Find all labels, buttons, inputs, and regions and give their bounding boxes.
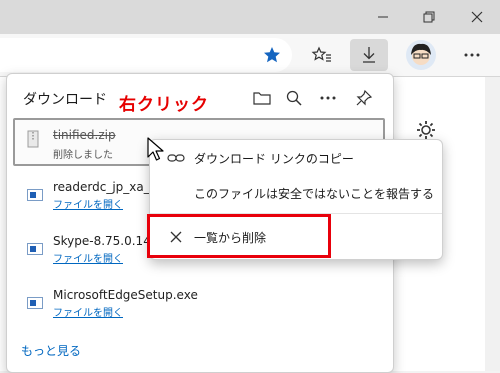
minimize-button[interactable] bbox=[360, 0, 406, 34]
installer-file-icon bbox=[27, 240, 43, 255]
search-icon bbox=[286, 90, 302, 106]
more-options-button[interactable] bbox=[313, 83, 343, 113]
close-icon bbox=[471, 11, 483, 23]
annotation-highlight-box bbox=[147, 214, 331, 258]
download-filename: Skype-8.75.0.140. bbox=[53, 234, 163, 248]
download-icon bbox=[363, 47, 375, 63]
installer-file-icon bbox=[27, 294, 43, 309]
more-icon bbox=[320, 96, 336, 100]
more-icon bbox=[464, 53, 480, 57]
menu-item-copy-link[interactable]: ダウンロード リンクのコピー bbox=[150, 142, 442, 174]
download-filename: readerdc_jp_xa_cr bbox=[53, 180, 162, 194]
download-filename: tinified.zip bbox=[53, 128, 116, 142]
address-bar[interactable] bbox=[0, 38, 292, 72]
favorite-star-button[interactable] bbox=[256, 40, 288, 70]
restore-button[interactable] bbox=[406, 0, 452, 34]
link-icon bbox=[164, 153, 188, 163]
avatar[interactable] bbox=[406, 40, 436, 70]
mouse-cursor-icon bbox=[147, 137, 165, 167]
menu-item-report-unsafe[interactable]: このファイルは安全ではないことを報告する bbox=[150, 177, 442, 209]
zip-file-icon bbox=[27, 130, 39, 152]
page-scrollbar[interactable] bbox=[485, 77, 500, 371]
close-window-button[interactable] bbox=[454, 0, 500, 34]
pin-panel-button[interactable] bbox=[349, 83, 379, 113]
settings-more-button[interactable] bbox=[456, 40, 488, 70]
folder-icon bbox=[253, 92, 271, 105]
download-filename: MicrosoftEdgeSetup.exe bbox=[53, 288, 198, 302]
download-item-edgesetup[interactable]: MicrosoftEdgeSetup.exe ファイルを開く bbox=[13, 286, 385, 334]
favorites-button[interactable] bbox=[306, 40, 338, 70]
profile-avatar-icon bbox=[411, 43, 431, 65]
open-file-link[interactable]: ファイルを開く bbox=[53, 304, 123, 319]
menu-item-label: ダウンロード リンクのコピー bbox=[194, 151, 354, 166]
star-icon bbox=[264, 47, 280, 63]
installer-file-icon bbox=[27, 186, 43, 201]
open-file-link[interactable]: ファイルを開く bbox=[53, 250, 123, 265]
pin-icon bbox=[356, 89, 373, 106]
see-more-link[interactable]: もっと見る bbox=[21, 342, 81, 359]
panel-title: ダウンロード bbox=[23, 92, 107, 108]
downloads-button-icon-wrap[interactable] bbox=[353, 40, 385, 70]
restore-icon bbox=[423, 11, 435, 23]
download-status: 削除しました bbox=[53, 150, 113, 161]
open-file-link[interactable]: ファイルを開く bbox=[53, 196, 123, 211]
minimize-icon bbox=[378, 16, 388, 18]
annotation-right-click: 右クリック bbox=[119, 95, 209, 115]
menu-item-label: このファイルは安全ではないことを報告する bbox=[194, 186, 435, 201]
search-downloads-button[interactable] bbox=[279, 83, 309, 113]
favorites-icon bbox=[311, 46, 331, 62]
open-folder-button[interactable] bbox=[247, 83, 277, 113]
